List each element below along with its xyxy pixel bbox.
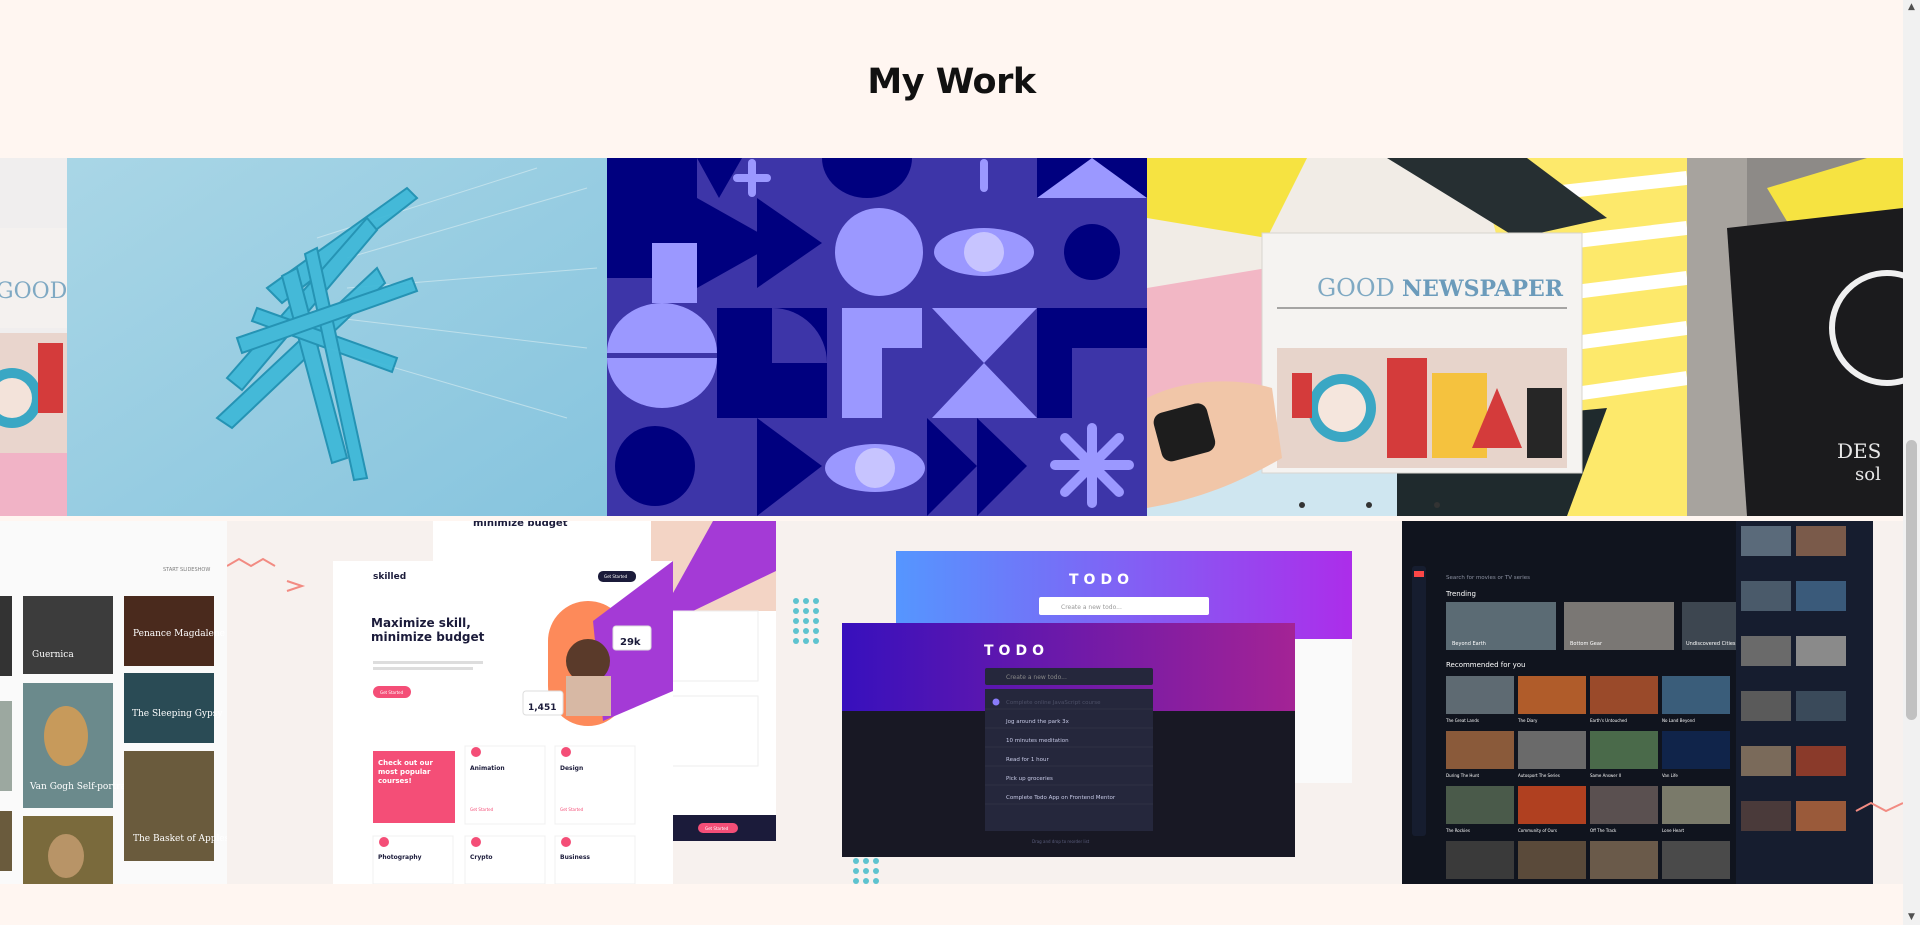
scroll-thumb[interactable] — [1906, 440, 1917, 720]
skilled-card-pink: Check out our most popular courses! — [378, 759, 433, 785]
skilled-course-2: Photography — [378, 854, 422, 861]
skilled-hero-partial: minimize budget — [473, 521, 568, 529]
project-todo[interactable]: TODO Create a new todo... TODO Create a … — [836, 521, 1366, 884]
skilled-stat-big: 29k — [620, 637, 641, 648]
skilled-course-0: Animation — [470, 765, 505, 772]
todo-item-2: 10 minutes meditation — [1006, 738, 1069, 744]
movies-rec-4: During The Hunt — [1446, 773, 1480, 778]
skilled-hero: Maximize skill, minimize budget — [371, 616, 485, 644]
skilled-course-4: Business — [560, 854, 590, 861]
gallery-photo-geometric[interactable] — [607, 158, 1147, 516]
todo-input-front: Create a new todo... — [1006, 674, 1067, 681]
project-pattern-divider — [227, 521, 333, 884]
page-scrollbar[interactable]: ▲ ▼ — [1903, 0, 1920, 925]
todo-title-front: TODO — [984, 643, 1049, 659]
gallery-photo-newspaper[interactable]: GOOD NEWSPAPER — [1147, 158, 1687, 516]
skilled-course-3: Crypto — [470, 854, 493, 861]
todo-title-back: TODO — [1069, 572, 1134, 588]
skilled-link-1: Get Started — [560, 807, 584, 812]
scroll-down-icon[interactable]: ▼ — [1907, 913, 1916, 922]
movies-rec-3: No Land Beyond — [1662, 718, 1695, 723]
gallery-row-photos: GOOD GOOD NEWSPAPER DES sol — [0, 158, 1903, 516]
todo-item-1: Jog around the park 3x — [1005, 719, 1070, 725]
movies-rec-7: Van Life — [1662, 773, 1678, 778]
movies-trending-1: Bottom Gear — [1570, 641, 1603, 647]
gallery-photo-newspaper-partial[interactable]: GOOD — [0, 158, 67, 516]
movies-rec-1: The Diary — [1517, 718, 1538, 723]
movies-trending-2: Undiscovered Cities — [1686, 641, 1736, 647]
project-skilled[interactable]: minimize budget Get Started skilled Get … — [333, 521, 776, 884]
todo-item-5: Complete Todo App on Frontend Mentor — [1006, 795, 1116, 801]
project-movies[interactable]: Search for movies or TV series Trending … — [1366, 521, 1903, 884]
movies-trending-label: Trending — [1445, 590, 1476, 598]
movies-rec-2: Earth's Untouched — [1590, 718, 1627, 723]
art-gallery-header: START SLIDESHOW — [163, 567, 210, 573]
movies-rec-9: Community of Ours — [1518, 828, 1557, 833]
todo-footer: Drag and drop to reorder list — [1032, 839, 1090, 844]
todo-item-4: Pick up groceries — [1006, 776, 1053, 782]
art-item-2: The Sleeping Gypsy — [132, 709, 223, 719]
movies-rec-0: The Great Lands — [1445, 718, 1479, 723]
section-title: My Work — [867, 62, 1036, 102]
gallery-photo-blue-abstract[interactable] — [67, 158, 607, 516]
project-art-gallery[interactable]: START SLIDESHOW Guernica Penance Magdale… — [0, 521, 227, 884]
skilled-course-1: Design — [560, 765, 583, 772]
skilled-link-0: Get Started — [470, 807, 494, 812]
art-item-0: Guernica — [32, 650, 74, 660]
skilled-side-cta: Get Started — [705, 826, 729, 831]
art-item-1: Penance Magdalene — [133, 629, 225, 639]
book-cover-text: DES — [1837, 439, 1881, 463]
movies-rec-11: Lone Heart — [1662, 828, 1684, 833]
art-item-3: Van Gogh Self-portrait — [29, 782, 133, 792]
skilled-cta-top: Get Started — [604, 574, 628, 579]
movies-rec-5: Autosport The Series — [1518, 773, 1560, 778]
skilled-hero-button: Get Started — [380, 690, 404, 695]
partial-masthead: GOOD — [0, 279, 67, 304]
art-item-4: The Basket of Apples — [133, 834, 227, 844]
skilled-stat-small: 1,451 — [528, 703, 556, 713]
newspaper-masthead-good: GOOD — [1317, 274, 1395, 302]
project-dots-divider — [776, 521, 836, 884]
todo-input-back: Create a new todo... — [1061, 604, 1122, 611]
todo-item-3: Read for 1 hour — [1006, 757, 1049, 763]
skilled-logo: skilled — [373, 572, 406, 582]
scroll-up-icon[interactable]: ▲ — [1907, 3, 1916, 12]
gallery-photo-book[interactable]: DES sol — [1687, 158, 1903, 516]
movies-rec-8: The Rockies — [1445, 828, 1470, 833]
movies-rec-10: Off The Track — [1590, 828, 1617, 833]
todo-item-0: Complete online JavaScript course — [1006, 700, 1101, 706]
movies-recommended-label: Recommended for you — [1446, 661, 1526, 669]
newspaper-masthead-news: NEWSPAPER — [1402, 276, 1564, 302]
movies-rec-6: Same Answer II — [1590, 773, 1621, 778]
movies-search: Search for movies or TV series — [1446, 575, 1530, 581]
book-cover-text2: sol — [1855, 464, 1881, 485]
movies-trending-0: Beyond Earth — [1452, 641, 1486, 647]
gallery-row-projects: START SLIDESHOW Guernica Penance Magdale… — [0, 521, 1903, 884]
